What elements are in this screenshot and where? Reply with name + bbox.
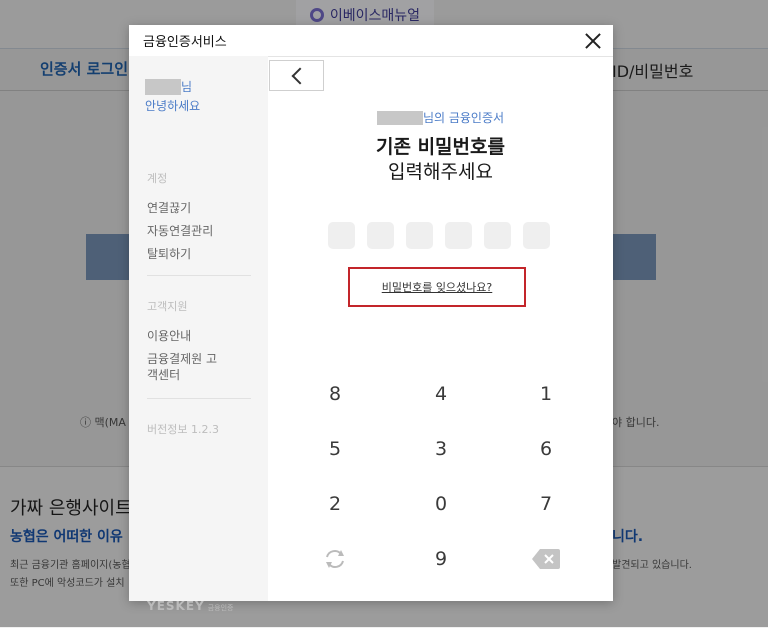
backspace-icon[interactable] — [516, 539, 576, 579]
key-0[interactable]: 0 — [411, 484, 471, 524]
sidebar: 님 안녕하세요 계정 연결끊기 자동연결관리 탈퇴하기 고객지원 이용안내 금융… — [129, 56, 268, 613]
forgot-password-highlight: 비밀번호를 잊으셨나요? — [348, 267, 526, 307]
key-9[interactable]: 9 — [411, 539, 471, 579]
pin-dot — [445, 222, 472, 249]
key-3[interactable]: 3 — [411, 429, 471, 469]
pin-dot — [484, 222, 511, 249]
sidebar-item-auto-connect[interactable]: 자동연결관리 — [147, 223, 213, 239]
sidebar-item-customer-center[interactable]: 금융결제원 고객센터 — [147, 351, 227, 383]
cert-owner-suffix: 님의 금융인증서 — [422, 111, 505, 125]
refresh-icon[interactable] — [305, 539, 365, 579]
headline-line1: 기존 비밀번호를 — [376, 136, 505, 158]
cert-owner-line: 님의 금융인증서 — [268, 109, 613, 126]
back-button[interactable] — [269, 60, 324, 91]
modal-title: 금융인증서비스 — [143, 35, 227, 50]
pin-input[interactable] — [328, 222, 550, 249]
key-2[interactable]: 2 — [305, 484, 365, 524]
user-greeting: 안녕하세요 — [145, 99, 201, 113]
version-info: 버전정보 1.2.3 — [147, 423, 219, 436]
chevron-left-icon — [291, 67, 308, 84]
masked-cert-owner — [376, 110, 423, 125]
sidebar-group-support: 고객지원 — [147, 300, 188, 313]
brand-sub: 금융인증 — [207, 604, 234, 612]
pin-dot — [523, 222, 550, 249]
key-7[interactable]: 7 — [516, 484, 576, 524]
sidebar-item-withdraw[interactable]: 탈퇴하기 — [147, 246, 191, 262]
sidebar-item-guide[interactable]: 이용안내 — [147, 328, 191, 344]
forgot-password-link[interactable]: 비밀번호를 잊으셨나요? — [382, 279, 493, 295]
pin-dot — [367, 222, 394, 249]
pin-entry-panel: 님의 금융인증서 기존 비밀번호를 입력해주세요 비밀번호를 잊으셨나요? 8 … — [268, 56, 613, 601]
sidebar-group-account: 계정 — [147, 172, 168, 185]
key-6[interactable]: 6 — [516, 429, 576, 469]
key-5[interactable]: 5 — [305, 429, 365, 469]
user-suffix: 님 — [181, 80, 193, 94]
sidebar-item-disconnect[interactable]: 연결끊기 — [147, 200, 191, 216]
key-1[interactable]: 1 — [516, 374, 576, 414]
key-4[interactable]: 4 — [411, 374, 471, 414]
modal-header: 금융인증서비스 — [129, 25, 613, 57]
pin-dot — [406, 222, 433, 249]
financial-cert-modal: 금융인증서비스 님 안녕하세요 계정 연결끊기 자동연결관리 탈퇴하기 고객지원… — [129, 25, 613, 613]
yeskey-logo: YESKEY 금융인증 — [147, 599, 233, 613]
sidebar-divider — [147, 275, 251, 276]
masked-user-name — [145, 78, 181, 95]
sidebar-divider — [147, 398, 251, 399]
key-8[interactable]: 8 — [305, 374, 365, 414]
headline-line2: 입력해주세요 — [388, 161, 493, 183]
brand-text: YESKEY — [147, 599, 205, 613]
pin-dot — [328, 222, 355, 249]
close-icon[interactable] — [583, 31, 603, 51]
user-block: 님 안녕하세요 — [145, 78, 200, 114]
